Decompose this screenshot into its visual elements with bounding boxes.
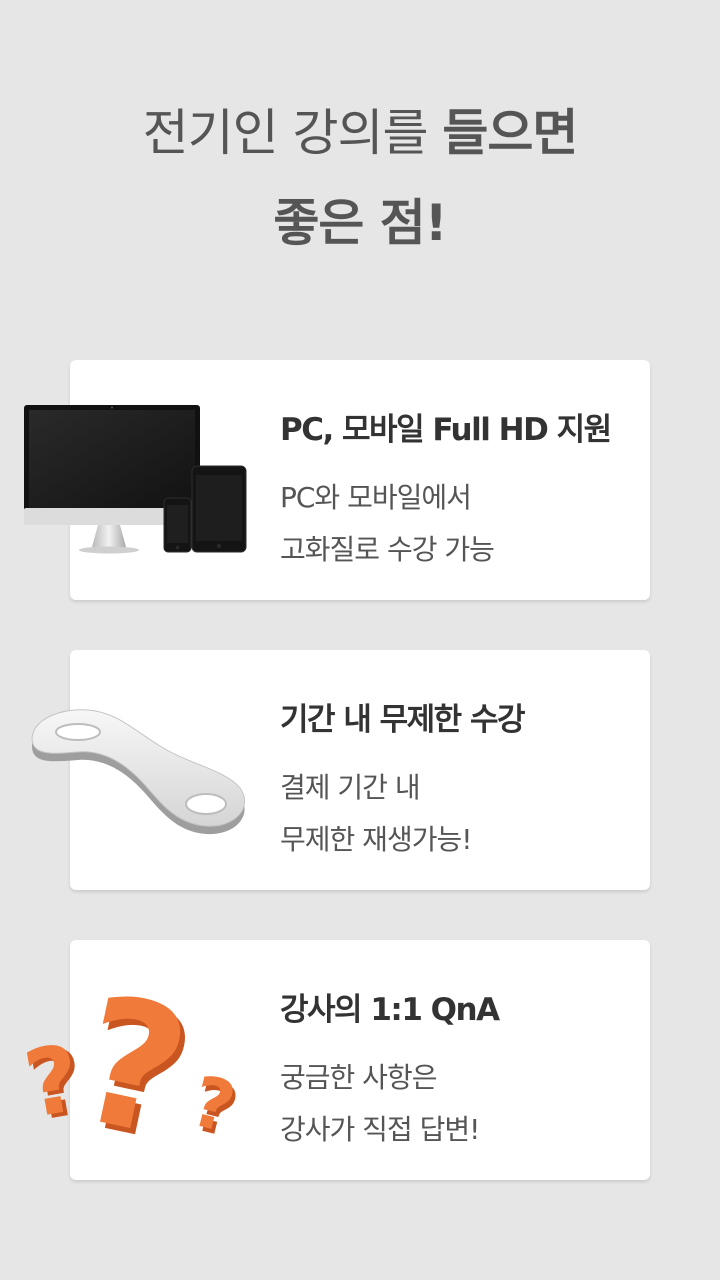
question-marks-icon: ? ? ? ? ? ? — [17, 958, 246, 1184]
card-desc-line1: 궁금한 사항은 — [280, 1061, 437, 1094]
svg-text:?: ? — [62, 958, 204, 1178]
card-desc-line1: PC와 모바일에서 — [280, 481, 472, 514]
headline: 전기인 강의를 들으면 좋은 점! — [0, 88, 720, 268]
svg-text:?: ? — [184, 1060, 243, 1149]
headline-line2: 좋은 점! — [273, 194, 447, 252]
devices-icon — [24, 405, 247, 554]
card-description: 결제 기간 내 무제한 재생가능! — [280, 762, 472, 866]
card-desc-line2: 고화질로 수강 가능 — [280, 533, 495, 566]
card-title: PC, 모바일 Full HD 지원 — [280, 412, 612, 448]
card-title: 강사의 1:1 QnA — [280, 992, 500, 1028]
headline-bold-text: 들으면 — [442, 104, 578, 162]
card-description: 궁금한 사항은 강사가 직접 답변! — [280, 1052, 480, 1156]
card-description: PC와 모바일에서 고화질로 수강 가능 — [280, 472, 495, 576]
infinity-icon — [31, 709, 246, 835]
card-desc-line2: 무제한 재생가능! — [280, 823, 472, 856]
headline-normal-text: 전기인 강의를 — [142, 104, 443, 162]
card-title: 기간 내 무제한 수강 — [280, 702, 526, 738]
card-desc-line1: 결제 기간 내 — [280, 771, 421, 804]
headline-line1: 전기인 강의를 들으면 — [0, 88, 720, 178]
card-desc-line2: 강사가 직접 답변! — [280, 1113, 480, 1146]
